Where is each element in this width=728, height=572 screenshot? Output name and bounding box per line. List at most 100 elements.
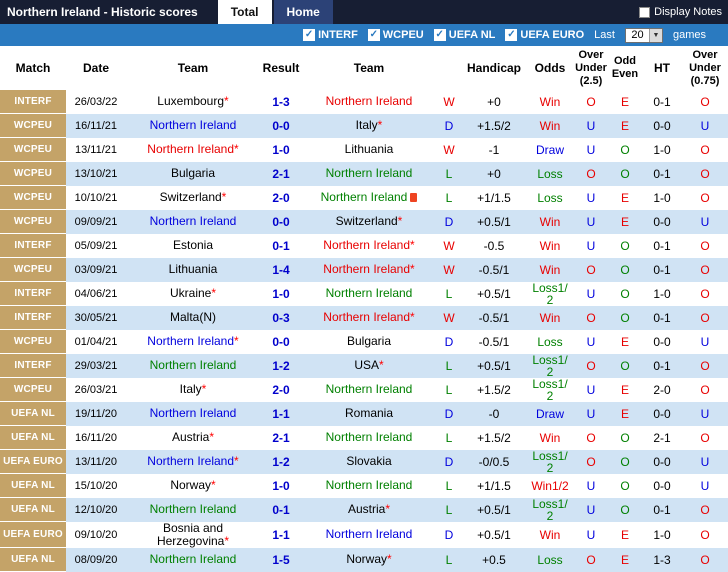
match-type-badge: WCPEU <box>0 161 66 186</box>
filter-uefa-euro: ✓ UEFA EURO <box>505 29 584 41</box>
match-type-badge: INTERF <box>0 281 66 306</box>
fulltime-score: 1-1 <box>272 527 290 542</box>
team-name: Northern Ireland <box>149 406 237 420</box>
odd-even-result: E <box>620 552 629 567</box>
table-row: WCPEU 26/03/21 Italy* 2-0 Northern Ireland L +… <box>0 376 728 403</box>
match-type-badge: INTERF <box>0 233 66 258</box>
fulltime-score: 2-0 <box>272 382 290 397</box>
right-team-cell: Northern Ireland* <box>302 234 436 258</box>
team-name: Switzerland <box>335 214 398 228</box>
team-name: Norway <box>346 552 387 566</box>
team-name: Northern Ireland <box>147 142 235 156</box>
fulltime-score: 2-1 <box>272 430 290 445</box>
over-under-075-result: O <box>700 382 710 397</box>
display-notes-label: Display Notes <box>654 6 722 18</box>
over-under-25-result: O <box>586 430 596 445</box>
handicap-value: +0.5/1 <box>477 358 511 373</box>
odd-even-result: O <box>620 262 630 277</box>
handicap-result: Loss <box>537 334 563 349</box>
halftime-score: 0-0 <box>653 334 671 349</box>
match-date: 13/11/20 <box>74 455 117 468</box>
games-count-select[interactable]: 20 ▼ <box>624 27 663 43</box>
handicap-value: +0.5/1 <box>477 214 511 229</box>
team-name: Northern Ireland <box>149 214 237 228</box>
match-date: 09/10/20 <box>74 528 118 541</box>
table-row: UEFA EURO 09/10/20 Bosnia and Herzegovina*… <box>0 521 728 548</box>
favorite-asterisk: * <box>410 238 415 252</box>
fulltime-score: 1-3 <box>272 94 290 109</box>
checkbox-uefa-euro[interactable]: ✓ <box>505 29 518 41</box>
filter-interf: ✓ INTERF <box>303 29 358 41</box>
team-name: Estonia <box>172 238 214 252</box>
match-date: 13/10/21 <box>74 167 118 180</box>
match-date: 01/04/21 <box>74 335 118 348</box>
result-letter: D <box>444 406 454 421</box>
result-letter: D <box>444 334 454 349</box>
halftime-score: 1-0 <box>653 142 671 157</box>
team-name: Northern Ireland <box>325 166 413 180</box>
handicap-result: Win1/2 <box>531 478 569 493</box>
left-team-cell: Northern Ireland <box>126 402 260 426</box>
team-name: Northern Ireland <box>323 310 411 324</box>
handicap-value: +0.5/1 <box>477 502 511 517</box>
checkbox-interf[interactable]: ✓ <box>303 29 316 41</box>
checkbox-wcpeu[interactable]: ✓ <box>367 29 380 41</box>
odd-even-result: E <box>620 214 629 229</box>
handicap-value: -0 <box>488 406 500 421</box>
fulltime-score: 0-0 <box>272 118 290 133</box>
odd-even-result: O <box>620 166 630 181</box>
over-under-075-result: O <box>700 552 710 567</box>
odd-even-result: E <box>620 406 629 421</box>
col-result: Result <box>260 46 302 90</box>
table-row: UEFA EURO 13/11/20 Northern Ireland* 1-2 Slo… <box>0 449 728 474</box>
fulltime-score: 1-0 <box>272 478 290 493</box>
handicap-value: +1.5/2 <box>477 382 511 397</box>
halftime-score: 1-0 <box>653 527 671 542</box>
halftime-score: 0-0 <box>653 454 671 469</box>
handicap-value: -0.5/1 <box>478 334 510 349</box>
favorite-asterisk: * <box>410 262 415 276</box>
team-name: Bulgaria <box>346 334 392 348</box>
favorite-asterisk: * <box>211 478 216 492</box>
result-letter: D <box>444 118 454 133</box>
favorite-asterisk: * <box>410 310 415 324</box>
over-under-25-result: U <box>586 142 596 157</box>
tab-home[interactable]: Home <box>273 0 333 24</box>
over-under-075-result: O <box>700 502 710 517</box>
result-letter: D <box>444 527 454 542</box>
over-under-075-result: O <box>700 358 710 373</box>
tab-total[interactable]: Total <box>217 0 272 24</box>
over-under-075-result: O <box>700 430 710 445</box>
competition-filters: ✓ INTERF ✓ WCPEU ✓ UEFA NL ✓ UEFA EURO <box>303 29 584 41</box>
right-team-cell: Northern Ireland <box>302 426 436 450</box>
filter-uefa-nl: ✓ UEFA NL <box>433 29 495 41</box>
result-letter: L <box>445 430 453 445</box>
display-notes-checkbox[interactable] <box>639 6 651 18</box>
team-name: Northern Ireland <box>325 286 413 300</box>
handicap-value: -1 <box>488 142 500 157</box>
team-name: Switzerland <box>159 190 222 204</box>
match-type-badge: WCPEU <box>0 137 66 162</box>
team-name: Northern Ireland <box>325 478 413 492</box>
handicap-result: Loss1/2 <box>532 376 568 403</box>
historic-scores-table: Match Date Team Result Team Handicap Odd… <box>0 46 728 572</box>
result-letter: L <box>445 286 453 301</box>
result-letter: W <box>443 142 455 157</box>
match-date: 04/06/21 <box>74 287 118 300</box>
team-name: Ukraine <box>169 286 212 300</box>
odd-even-result: O <box>620 454 630 469</box>
handicap-value: -0.5/1 <box>478 310 510 325</box>
col-match: Match <box>0 46 66 90</box>
result-letter: D <box>444 214 454 229</box>
over-under-075-result: U <box>700 406 710 421</box>
over-under-075-result: O <box>700 527 710 542</box>
favorite-asterisk: * <box>234 334 239 348</box>
match-type-badge: WCPEU <box>0 113 66 138</box>
col-handicap: Handicap <box>462 46 526 90</box>
filter-label-wcpeu: WCPEU <box>382 29 424 41</box>
fulltime-score: 0-1 <box>272 238 290 253</box>
odd-even-result: E <box>620 527 629 542</box>
favorite-asterisk: * <box>385 502 391 516</box>
over-under-075-result: O <box>700 238 710 253</box>
checkbox-uefa-nl[interactable]: ✓ <box>433 29 446 41</box>
